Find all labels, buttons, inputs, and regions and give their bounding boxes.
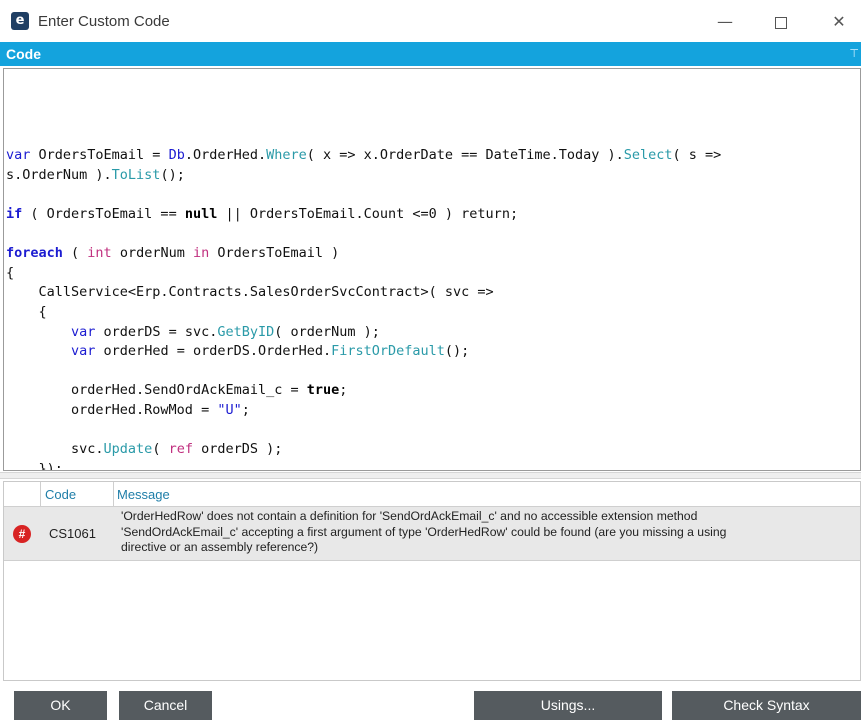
code-token: null — [184, 205, 218, 222]
code-section-title: Code — [6, 46, 41, 62]
maximize-button[interactable] — [761, 6, 801, 38]
code-token: orderHed = orderDS.OrderHed. — [95, 343, 332, 360]
title-bar: e Enter Custom Code — ✕ — [0, 0, 861, 42]
code-token: var — [71, 323, 96, 340]
column-header-code[interactable]: Code — [45, 487, 76, 502]
code-token: int — [87, 245, 112, 262]
code-token: orderNum — [111, 245, 193, 262]
cancel-button[interactable]: Cancel — [119, 691, 212, 720]
code-token: in — [192, 245, 210, 262]
maximize-icon — [775, 16, 787, 29]
code-line: orderHed.RowMod = "U"; — [6, 401, 721, 421]
ok-button[interactable]: OK — [14, 691, 107, 720]
code-token: "U" — [217, 401, 242, 418]
minimize-button[interactable]: — — [705, 6, 745, 38]
code-token: Where — [266, 147, 307, 164]
code-token: ( x => x.OrderDate == DateTime.Today ). — [306, 147, 624, 164]
code-token: (); — [444, 343, 470, 360]
code-token: svc. — [6, 441, 104, 458]
code-line: var orderDS = svc.GetByID( orderNum ); — [6, 323, 721, 343]
code-token: CallService<Erp.Contracts.SalesOrderSvcC… — [6, 284, 494, 301]
code-token: foreach — [6, 245, 63, 262]
code-token: ( s => — [672, 147, 722, 164]
code-token: Db — [168, 147, 185, 164]
code-token: ( OrdersToEmail == — [22, 205, 185, 222]
code-token: (); — [160, 166, 185, 183]
code-line: foreach ( int orderNum in OrdersToEmail … — [6, 244, 721, 264]
code-token: FirstOrDefault — [331, 343, 445, 360]
pin-icon[interactable]: ⊤ — [849, 42, 859, 66]
app-logo-icon: e — [11, 12, 29, 30]
error-row[interactable]: # CS1061 'OrderHedRow' does not contain … — [4, 507, 860, 561]
code-line: orderHed.SendOrdAckEmail_c = true; — [6, 381, 721, 401]
code-token: ( — [62, 245, 88, 262]
code-token: var — [71, 343, 96, 360]
code-line: { — [6, 303, 721, 323]
code-token: { — [6, 303, 47, 320]
code-line: s.OrderNum ).ToList(); — [6, 166, 721, 186]
code-token: ( — [152, 441, 169, 458]
code-token: ref — [168, 441, 193, 458]
column-header-message[interactable]: Message — [117, 487, 170, 502]
splitter[interactable] — [0, 472, 861, 479]
check-syntax-button[interactable]: Check Syntax — [672, 691, 861, 720]
code-token: if — [6, 205, 23, 222]
code-token: .OrderHed. — [184, 147, 267, 164]
code-section-header: Code ⊤ — [0, 42, 861, 66]
error-message-line: 'SendOrdAckEmail_c' accepting a first ar… — [121, 524, 727, 539]
usings-button[interactable]: Usings... — [474, 691, 662, 720]
error-list-header: Code Message — [4, 482, 860, 507]
code-token: ( orderNum ); — [274, 323, 380, 340]
error-message-line: directive or an assembly reference?) — [121, 540, 319, 555]
code-token: GetByID — [217, 323, 275, 340]
code-token: orderHed.SendOrdAckEmail_c = — [6, 382, 307, 399]
code-token: orderDS ); — [192, 441, 283, 458]
code-token: OrdersToEmail = — [30, 147, 169, 164]
code-token: var — [6, 147, 31, 164]
code-token: Update — [103, 441, 153, 458]
code-token: ToList — [111, 166, 161, 183]
close-button[interactable]: ✕ — [819, 6, 859, 38]
code-token: OrdersToEmail ) — [209, 245, 340, 262]
code-line: { — [6, 264, 721, 284]
code-line: var orderHed = orderDS.OrderHed.FirstOrD… — [6, 342, 721, 362]
code-editor[interactable]: var OrdersToEmail = Db.OrderHed.Where( x… — [3, 68, 861, 471]
code-token: ; — [339, 382, 348, 399]
code-line: }); — [6, 460, 721, 471]
code-text[interactable]: var OrdersToEmail = Db.OrderHed.Where( x… — [6, 107, 721, 471]
code-line: svc.Update( ref orderDS ); — [6, 440, 721, 460]
error-list: Code Message # CS1061 'OrderHedRow' does… — [3, 481, 861, 681]
error-icon: # — [13, 525, 31, 543]
code-token: || OrdersToEmail.Count <=0 ) return; — [217, 205, 519, 222]
code-token: true — [306, 382, 340, 399]
code-token: { — [6, 264, 15, 281]
error-code: CS1061 — [49, 526, 96, 541]
code-token: s.OrderNum ). — [6, 166, 112, 183]
code-token: Select — [623, 147, 673, 164]
code-line: if ( OrdersToEmail == null || OrdersToEm… — [6, 205, 721, 225]
error-message: 'OrderHedRow' does not contain a definit… — [121, 509, 851, 556]
window-title: Enter Custom Code — [38, 13, 170, 30]
code-token: orderHed.RowMod = — [6, 401, 218, 418]
error-message-line: 'OrderHedRow' does not contain a definit… — [121, 509, 698, 523]
code-token: orderDS = svc. — [95, 323, 218, 340]
button-bar: OK Cancel Usings... Check Syntax — [0, 682, 861, 722]
code-token: }); — [6, 460, 63, 471]
code-line: CallService<Erp.Contracts.SalesOrderSvcC… — [6, 283, 721, 303]
code-line: var OrdersToEmail = Db.OrderHed.Where( x… — [6, 146, 721, 166]
code-token: ; — [241, 401, 250, 418]
